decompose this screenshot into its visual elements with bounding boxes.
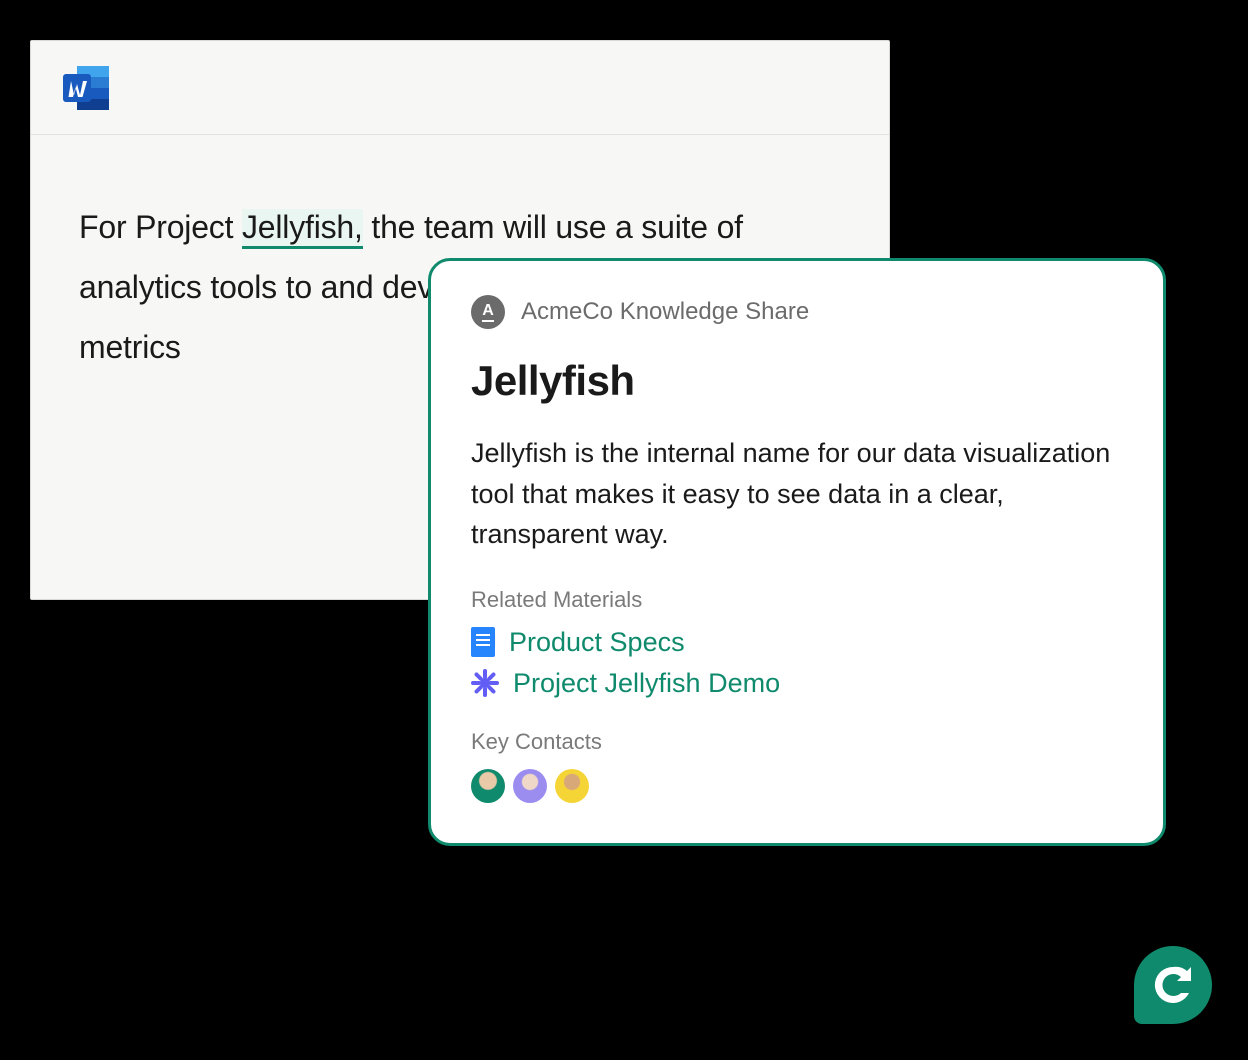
knowledge-share-card: A AcmeCo Knowledge Share Jellyfish Jelly… xyxy=(428,258,1166,846)
highlighted-term[interactable]: Jellyfish, xyxy=(242,209,363,249)
source-icon: A xyxy=(471,295,505,329)
related-item-product-specs[interactable]: Product Specs xyxy=(471,627,1123,658)
contact-avatar-1[interactable] xyxy=(471,769,505,803)
loom-icon xyxy=(471,669,499,697)
grammarly-icon xyxy=(1149,961,1197,1009)
document-text-before: For Project xyxy=(79,209,242,245)
related-item-label: Project Jellyfish Demo xyxy=(513,668,780,699)
knowledge-card-title: Jellyfish xyxy=(471,357,1123,405)
knowledge-source-label: AcmeCo Knowledge Share xyxy=(521,298,809,326)
key-contacts-label: Key Contacts xyxy=(471,729,1123,755)
word-header xyxy=(31,41,889,135)
contact-avatar-3[interactable] xyxy=(555,769,589,803)
contact-avatar-2[interactable] xyxy=(513,769,547,803)
related-item-label: Product Specs xyxy=(509,627,685,658)
related-materials-label: Related Materials xyxy=(471,587,1123,613)
google-doc-icon xyxy=(471,627,495,657)
related-materials-list: Product Specs xyxy=(471,627,1123,699)
word-app-icon xyxy=(61,62,113,114)
key-contacts-row xyxy=(471,769,1123,803)
related-item-jellyfish-demo[interactable]: Project Jellyfish Demo xyxy=(471,668,1123,699)
knowledge-card-description: Jellyfish is the internal name for our d… xyxy=(471,433,1123,555)
knowledge-source-row: A AcmeCo Knowledge Share xyxy=(471,295,1123,329)
grammarly-button[interactable] xyxy=(1134,946,1212,1024)
